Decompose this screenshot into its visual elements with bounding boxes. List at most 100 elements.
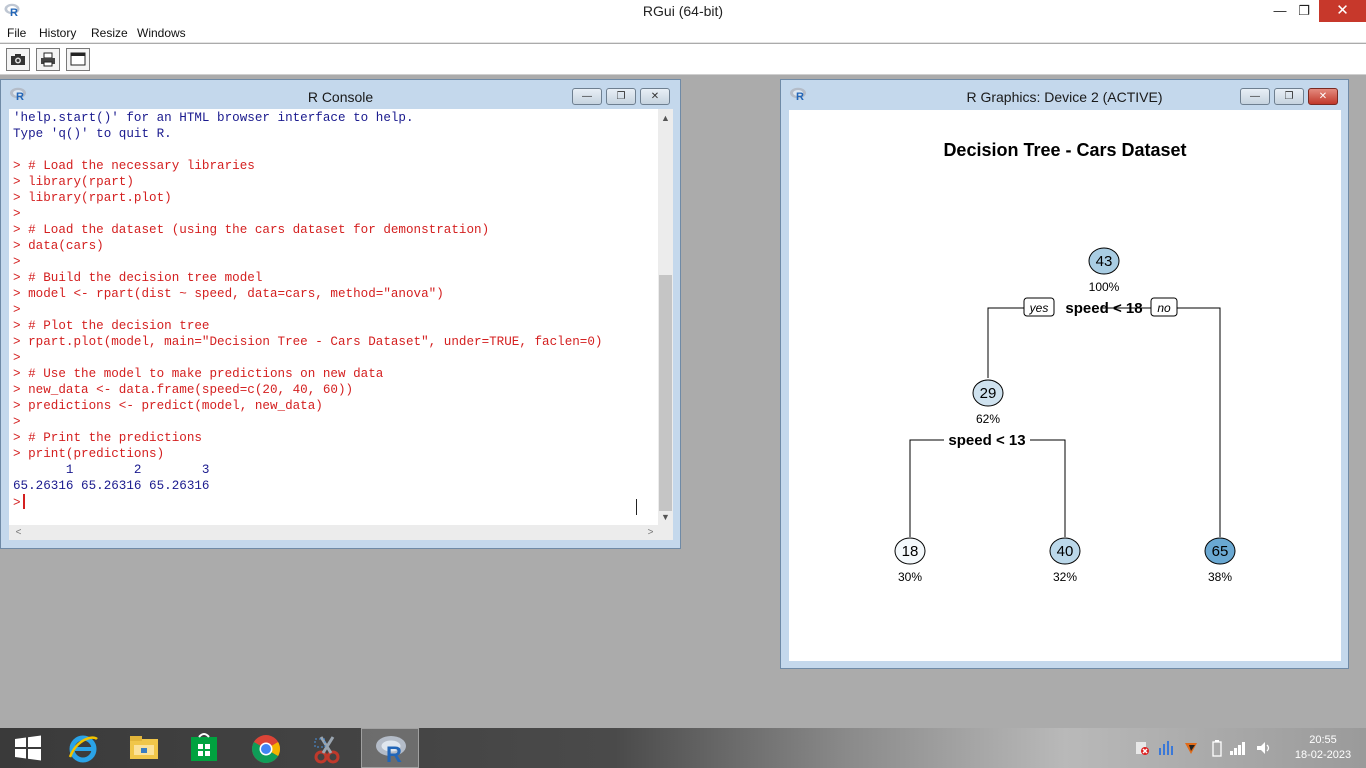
no-label: no [1157, 301, 1171, 315]
chrome-icon [252, 735, 280, 763]
menu-file[interactable]: File [7, 26, 26, 40]
console-text[interactable]: 'help.start()' for an HTML browser inter… [13, 110, 602, 511]
close-button[interactable]: ✕ [1319, 0, 1366, 22]
console-window: R R Console — ❐ ✕ 'help.start()' for an … [0, 79, 681, 549]
scroll-left-icon[interactable]: < [11, 525, 26, 540]
node-percent: 100% [1089, 280, 1120, 294]
console-line: > # Plot the decision tree [13, 319, 210, 333]
node-root: 43 100% [1088, 247, 1120, 294]
taskbar-snipping-tool[interactable] [298, 728, 356, 768]
node-leaf-2: 40 32% [1049, 537, 1081, 584]
console-line: > print(predictions) [13, 447, 165, 461]
console-vertical-scrollbar[interactable]: ▲ ▼ [658, 109, 673, 525]
maximize-button[interactable]: ❐ [1290, 0, 1318, 22]
graphics-restore-button[interactable]: ❐ [1274, 88, 1304, 105]
clock-time: 20:55 [1309, 734, 1337, 746]
text-cursor [636, 499, 637, 515]
console-line: > [13, 351, 21, 365]
console-line: > rpart.plot(model, main="Decision Tree … [13, 335, 603, 349]
graphics-title-bar: R R Graphics: Device 2 (ACTIVE) — ❐ ✕ [781, 80, 1348, 108]
menu-history[interactable]: History [39, 26, 76, 40]
print-button[interactable] [36, 48, 60, 71]
clock-date: 18-02-2023 [1294, 749, 1352, 761]
graphics-close-button[interactable]: ✕ [1308, 88, 1338, 105]
node-value: 40 [1057, 543, 1074, 560]
console-line: > # Use the model to make predictions on… [13, 367, 384, 381]
taskbar: R 20:55 18-02-2023 [0, 728, 1366, 768]
console-window-button[interactable] [66, 48, 90, 71]
file-explorer-icon [130, 736, 158, 759]
taskbar-file-explorer[interactable] [115, 728, 173, 768]
console-line: > # Print the predictions [13, 431, 202, 445]
menu-windows[interactable]: Windows [137, 26, 186, 40]
console-title-bar: R R Console — ❐ ✕ [1, 80, 680, 108]
scroll-down-icon[interactable]: ▼ [658, 510, 673, 524]
node-percent: 32% [1053, 570, 1077, 584]
node-percent: 38% [1208, 570, 1232, 584]
console-close-button[interactable]: ✕ [640, 88, 670, 105]
svg-text:R: R [386, 742, 402, 764]
console-line: > data(cars) [13, 239, 104, 253]
console-line: > [13, 207, 21, 221]
console-restore-button[interactable]: ❐ [606, 88, 636, 105]
toolbar [0, 44, 1366, 75]
yes-label-box: yes [1023, 297, 1055, 317]
console-line: Type 'q()' to quit R. [13, 127, 172, 141]
plot-title: Decision Tree - Cars Dataset [943, 140, 1186, 160]
scroll-up-icon[interactable]: ▲ [658, 111, 673, 125]
console-line: > # Load the dataset (using the cars dat… [13, 223, 490, 237]
node-leaf-3: 65 38% [1204, 537, 1236, 584]
console-line: 65.26316 65.26316 65.26316 [13, 479, 218, 493]
scroll-thumb[interactable] [659, 275, 672, 511]
console-prompt[interactable]: > [13, 494, 602, 511]
console-line: > [13, 303, 21, 317]
r-gui-icon: R [376, 736, 406, 764]
app-title: RGui (64-bit) [642, 3, 724, 19]
node-percent: 30% [898, 570, 922, 584]
start-button[interactable] [0, 728, 58, 768]
start-icon [15, 735, 41, 761]
open-script-icon [11, 54, 25, 65]
app-title-bar: R RGui (64-bit) — ❐ ✕ [0, 0, 1366, 23]
console-line: > library(rpart.plot) [13, 191, 172, 205]
taskbar-chrome[interactable] [237, 728, 295, 768]
split-label-root: speed < 18 [1065, 300, 1142, 317]
menu-resize[interactable]: Resize [91, 26, 128, 40]
node-value: 18 [902, 543, 919, 560]
node-leaf-1: 18 30% [894, 537, 926, 584]
console-horizontal-scrollbar[interactable]: < > [9, 525, 659, 540]
console-line: > [13, 255, 21, 269]
menu-bar: File History Resize Windows [0, 23, 1366, 43]
console-output[interactable]: 'help.start()' for an HTML browser inter… [9, 109, 665, 525]
console-line: > new_data <- data.frame(speed=c(20, 40,… [13, 383, 354, 397]
console-window-icon [70, 52, 86, 66]
plot-area[interactable]: Decision Tree - Cars Dataset yes no spee… [789, 110, 1341, 661]
console-line: > # Load the necessary libraries [13, 159, 255, 173]
taskbar-internet-explorer[interactable] [54, 728, 112, 768]
store-icon [191, 733, 217, 761]
edge-root-left [987, 307, 1024, 378]
console-line: > library(rpart) [13, 175, 134, 189]
console-line: 1 2 3 [13, 463, 218, 477]
taskbar-clock[interactable]: 20:55 18-02-2023 [1285, 733, 1361, 763]
node-value: 29 [980, 385, 997, 402]
open-script-button[interactable] [6, 48, 30, 71]
resize-grip-icon[interactable] [658, 525, 673, 540]
console-line: > model <- rpart(dist ~ speed, data=cars… [13, 287, 444, 301]
taskbar-r-gui[interactable]: R [361, 728, 419, 768]
split-label-left: speed < 13 [948, 432, 1025, 449]
graphics-minimize-button[interactable]: — [1240, 88, 1270, 105]
input-caret [22, 494, 25, 509]
edge-left-leaf2 [1030, 439, 1066, 537]
node-value: 65 [1212, 543, 1229, 560]
node-value: 43 [1096, 253, 1113, 270]
node-percent: 62% [976, 412, 1000, 426]
console-line: > [13, 415, 21, 429]
console-minimize-button[interactable]: — [572, 88, 602, 105]
scroll-right-icon[interactable]: > [643, 525, 658, 540]
console-line: > predictions <- predict(model, new_data… [13, 399, 323, 413]
yes-label: yes [1029, 301, 1049, 315]
taskbar-store[interactable] [176, 728, 234, 768]
no-label-box: no [1150, 297, 1178, 317]
